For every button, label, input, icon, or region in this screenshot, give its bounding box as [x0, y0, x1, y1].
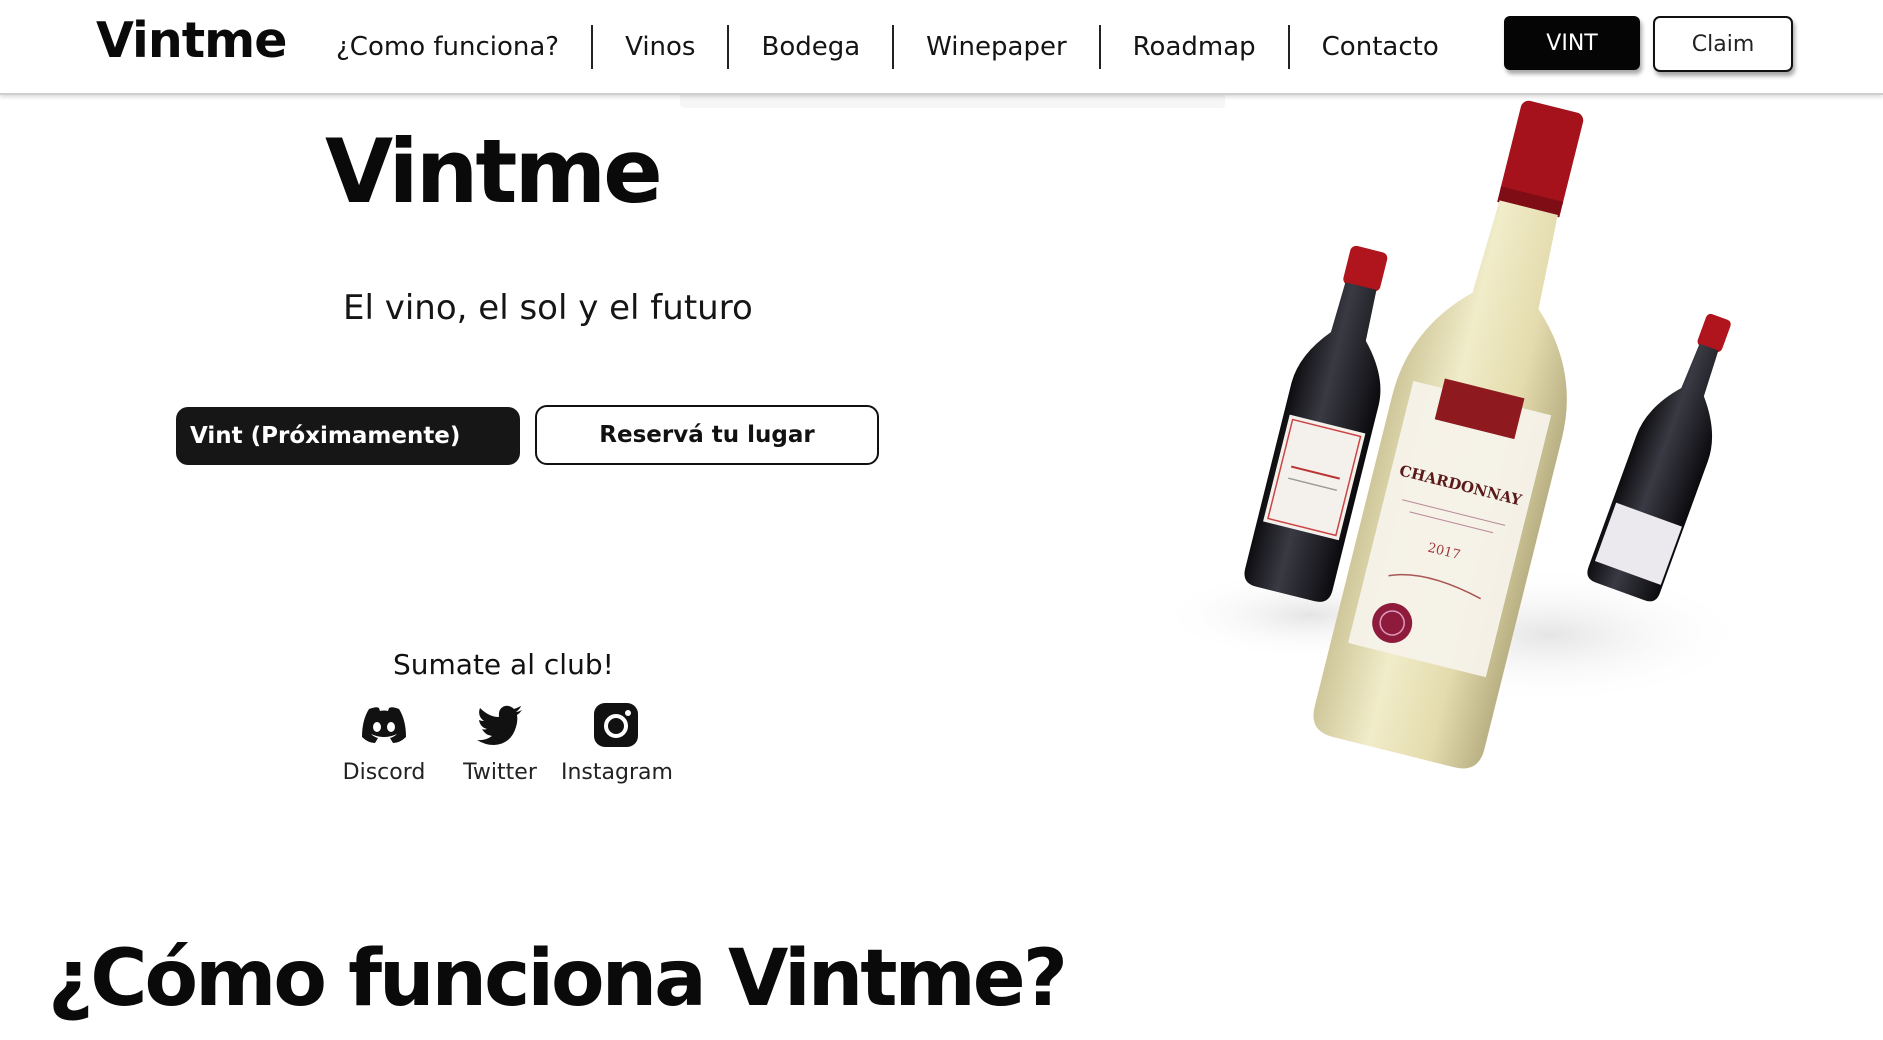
nav-item-winepaper[interactable]: Winepaper — [892, 25, 1098, 69]
discord-icon — [329, 700, 439, 750]
reserve-spot-button[interactable]: Reservá tu lugar — [535, 405, 879, 465]
instagram-icon — [561, 700, 671, 750]
brand-logo[interactable]: Vintme — [96, 12, 287, 69]
hero-title: Vintme — [325, 120, 663, 223]
social-link-discord[interactable]: Discord — [329, 700, 439, 785]
social-link-instagram[interactable]: Instagram — [561, 700, 673, 785]
nav-item-bodega[interactable]: Bodega — [727, 25, 892, 69]
hero-subtitle: El vino, el sol y el futuro — [343, 288, 753, 328]
social-label-discord: Discord — [342, 760, 426, 785]
join-club-heading: Sumate al club! — [393, 648, 614, 681]
social-label-instagram: Instagram — [561, 760, 673, 785]
wine-bottles-illustration: CHARDONNAY 2017 — [1130, 95, 1750, 785]
nav-item-contacto[interactable]: Contacto — [1287, 25, 1471, 69]
vint-button[interactable]: VINT — [1504, 16, 1640, 70]
top-navigation-bar: Vintme ¿Como funciona? Vinos Bodega Wine… — [0, 0, 1883, 95]
twitter-icon — [445, 700, 555, 750]
vint-coming-soon-button[interactable]: Vint (Próximamente) — [176, 407, 520, 465]
social-label-twitter: Twitter — [463, 760, 537, 785]
main-nav: ¿Como funciona? Vinos Bodega Winepaper R… — [320, 16, 1471, 78]
social-link-twitter[interactable]: Twitter — [445, 700, 555, 785]
nav-item-como-funciona[interactable]: ¿Como funciona? — [320, 25, 591, 69]
red-wine-bottle-right — [1587, 313, 1731, 602]
how-it-works-heading: ¿Cómo funciona Vintme? — [48, 934, 1068, 1024]
nav-item-roadmap[interactable]: Roadmap — [1098, 25, 1288, 69]
nav-item-vinos[interactable]: Vinos — [591, 25, 727, 69]
claim-button[interactable]: Claim — [1653, 16, 1793, 72]
